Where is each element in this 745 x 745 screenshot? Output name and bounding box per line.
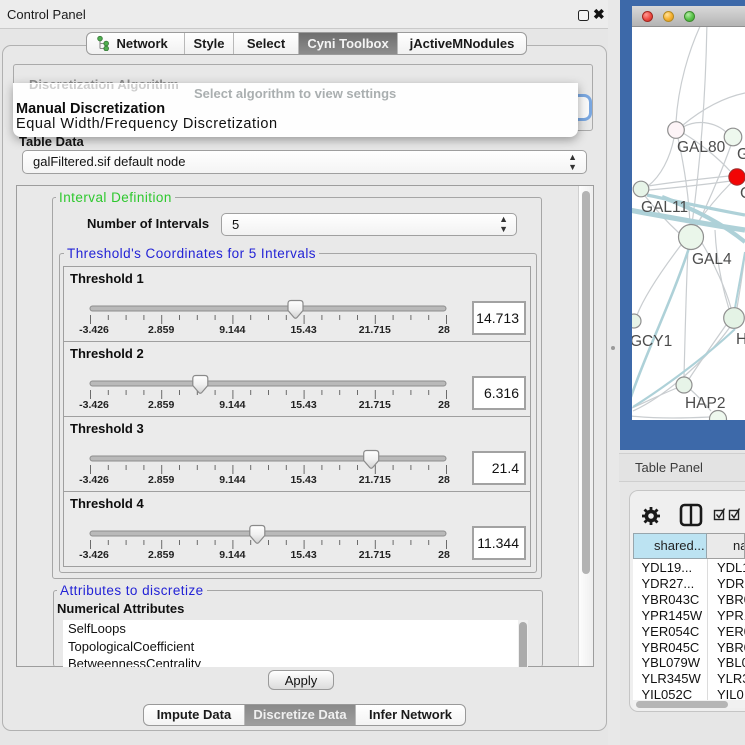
svg-text:GAL80: GAL80 bbox=[677, 139, 726, 156]
svg-text:GAL11: GAL11 bbox=[641, 199, 688, 216]
svg-text:H: H bbox=[736, 331, 745, 348]
svg-text:G.: G. bbox=[737, 146, 745, 163]
svg-text:C: C bbox=[740, 185, 745, 202]
svg-text:HAP2: HAP2 bbox=[685, 395, 726, 412]
svg-text:GAL4: GAL4 bbox=[692, 251, 732, 268]
svg-text:GCY1: GCY1 bbox=[632, 333, 672, 350]
